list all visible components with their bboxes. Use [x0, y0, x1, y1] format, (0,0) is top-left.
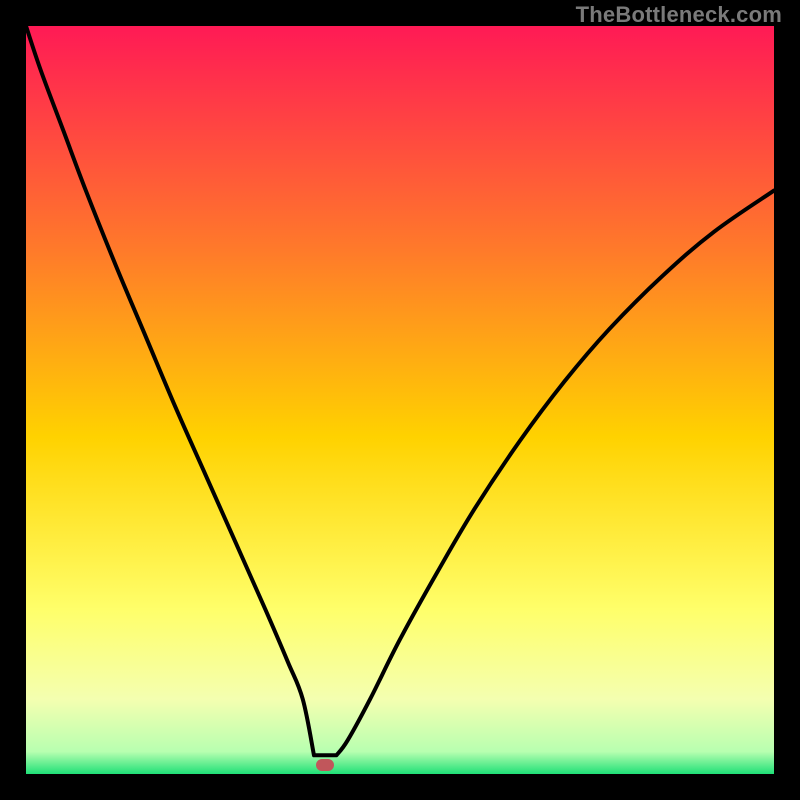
- watermark-text: TheBottleneck.com: [576, 2, 782, 28]
- plot-frame: [26, 26, 774, 774]
- plot-area: [26, 26, 774, 774]
- chart-root: TheBottleneck.com: [0, 0, 800, 800]
- optimum-marker: [316, 759, 334, 771]
- bottleneck-curve: [26, 26, 774, 755]
- curve-layer: [26, 26, 774, 774]
